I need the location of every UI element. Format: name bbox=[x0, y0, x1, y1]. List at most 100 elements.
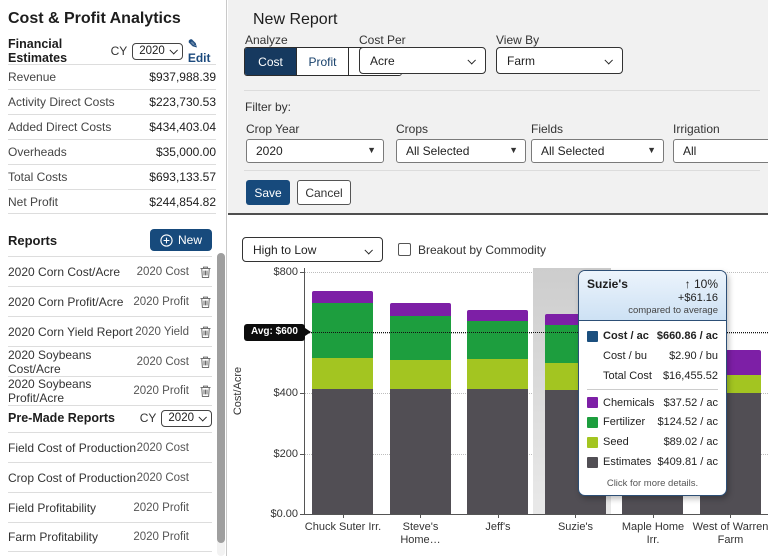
main-panel: New Report Analyze Cost Per View By Cost… bbox=[228, 0, 768, 556]
fields-value: All Selected bbox=[541, 144, 604, 158]
average-badge: Avg: $600 bbox=[244, 324, 305, 341]
filter-by-label: Filter by: bbox=[245, 100, 291, 114]
x-tick-mark bbox=[420, 514, 421, 518]
report-row[interactable]: 2020 Corn Yield Report2020 Yield bbox=[8, 316, 212, 346]
tooltip-row: Estimates$409.81 / ac bbox=[587, 452, 718, 472]
crops-select[interactable]: All Selected▼ bbox=[396, 139, 526, 163]
financial-estimates-header: Financial Estimates CY 2020 ✎ Edit bbox=[8, 40, 218, 62]
bar-segment-seed-1[interactable] bbox=[312, 358, 373, 389]
irrigation-select[interactable]: All bbox=[673, 139, 768, 163]
edit-link[interactable]: ✎ Edit bbox=[188, 37, 218, 65]
x-axis-label: Chuck Suter Irr. bbox=[304, 521, 382, 534]
premade-report-row[interactable]: Farm Profitability2020 Profit bbox=[8, 522, 212, 552]
trash-icon[interactable] bbox=[199, 384, 212, 398]
report-tag: 2020 Profit bbox=[133, 385, 189, 397]
bar-segment-seed-2[interactable] bbox=[390, 360, 451, 389]
bar-segment-chemicals-1[interactable] bbox=[312, 291, 373, 302]
bar-segment-chemicals-2[interactable] bbox=[390, 303, 451, 316]
cost-per-select[interactable]: Acre bbox=[359, 47, 486, 74]
bar-segment-seed-3[interactable] bbox=[467, 359, 528, 389]
financial-row: Added Direct Costs$434,403.04 bbox=[8, 114, 216, 139]
row-label: Overheads bbox=[8, 145, 67, 159]
breakout-checkbox[interactable] bbox=[398, 243, 411, 256]
premade-year-value: 2020 bbox=[168, 412, 194, 424]
report-name: 2020 Corn Profit/Acre bbox=[8, 295, 133, 309]
cy-label: CY bbox=[140, 411, 157, 425]
premade-report-row[interactable]: Crop Cost of Production2020 Cost bbox=[8, 462, 212, 492]
financial-row: Overheads$35,000.00 bbox=[8, 139, 216, 164]
view-by-label: View By bbox=[496, 33, 539, 47]
tooltip-row: Total Cost$16,455.52 bbox=[587, 366, 718, 386]
tooltip-row-label: Total Cost bbox=[603, 370, 663, 382]
bar-segment-fertilizer-1[interactable] bbox=[312, 303, 373, 358]
reports-header: Reports New bbox=[8, 226, 212, 254]
crops-label: Crops bbox=[396, 122, 428, 136]
premade-report-row[interactable]: Field Profitability2020 Profit bbox=[8, 492, 212, 522]
edit-label: Edit bbox=[188, 51, 211, 65]
bar-segment-fertilizer-3[interactable] bbox=[467, 321, 528, 359]
financial-rows: Revenue$937,988.39 Activity Direct Costs… bbox=[8, 64, 216, 214]
tooltip-row-value: $16,455.52 bbox=[663, 370, 718, 382]
row-value: $937,988.39 bbox=[149, 70, 216, 84]
chevron-down-icon bbox=[604, 56, 612, 64]
seed-swatch bbox=[587, 437, 598, 448]
sidebar-scrollbar-track[interactable] bbox=[217, 253, 225, 556]
x-tick-mark bbox=[575, 514, 576, 518]
cy-label: CY bbox=[111, 44, 128, 58]
premade-year-select[interactable]: 2020 bbox=[161, 410, 212, 427]
report-row[interactable]: 2020 Corn Cost/Acre2020 Cost bbox=[8, 256, 212, 286]
financial-row: Revenue $937,988.39 bbox=[8, 64, 216, 89]
bar-segment-estimates-2[interactable] bbox=[390, 389, 451, 514]
x-tick-mark bbox=[498, 514, 499, 518]
report-tag: 2020 Yield bbox=[135, 326, 189, 338]
fields-select[interactable]: All Selected▼ bbox=[531, 139, 664, 163]
crop-year-select[interactable]: 2020▼ bbox=[246, 139, 384, 163]
row-value: $244,854.82 bbox=[149, 195, 216, 209]
chevron-down-icon bbox=[169, 46, 177, 54]
bar-segment-chemicals-3[interactable] bbox=[467, 310, 528, 321]
x-tick-mark bbox=[653, 514, 654, 518]
view-by-select[interactable]: Farm bbox=[496, 47, 623, 74]
trash-icon[interactable] bbox=[199, 265, 212, 279]
estimates-swatch bbox=[587, 457, 598, 468]
chevron-down-icon bbox=[364, 246, 372, 254]
tooltip-row: Cost / ac$660.86 / ac bbox=[587, 326, 718, 346]
report-row[interactable]: 2020 Soybeans Profit/Acre2020 Profit bbox=[8, 376, 212, 406]
row-label: Added Direct Costs bbox=[8, 120, 111, 134]
tooltip-row: Seed$89.02 / ac bbox=[587, 432, 718, 452]
premade-reports-list: Field Cost of Production2020 Cost Crop C… bbox=[8, 432, 212, 552]
trash-icon[interactable] bbox=[199, 295, 212, 309]
app-root: Cost & Profit Analytics Financial Estima… bbox=[0, 0, 768, 556]
analyze-option-profit[interactable]: Profit bbox=[297, 48, 349, 75]
report-row[interactable]: 2020 Corn Profit/Acre2020 Profit bbox=[8, 286, 212, 316]
report-tag: 2020 Profit bbox=[133, 296, 189, 308]
tooltip-delta-caption: compared to average bbox=[587, 305, 718, 316]
analyze-option-cost[interactable]: Cost bbox=[245, 48, 297, 75]
save-button[interactable]: Save bbox=[246, 180, 290, 205]
tooltip-row-value: $660.86 / ac bbox=[657, 330, 718, 342]
tooltip-row: Cost / bu$2.90 / bu bbox=[587, 346, 718, 366]
sort-order-select[interactable]: High to Low bbox=[242, 237, 383, 262]
bar-segment-estimates-1[interactable] bbox=[312, 389, 373, 514]
financial-row: Total Costs$693,133.57 bbox=[8, 164, 216, 189]
bar-segment-estimates-3[interactable] bbox=[467, 389, 528, 514]
row-label: Revenue bbox=[8, 70, 56, 84]
premade-report-row[interactable]: Field Cost of Production2020 Cost bbox=[8, 432, 212, 462]
trash-icon[interactable] bbox=[199, 355, 212, 369]
tooltip-delta-amount: +$61.16 bbox=[587, 292, 718, 304]
new-report-button[interactable]: New bbox=[150, 229, 212, 251]
row-label: Total Costs bbox=[8, 170, 67, 184]
bar-segment-fertilizer-2[interactable] bbox=[390, 316, 451, 360]
report-name: Field Cost of Production bbox=[8, 441, 137, 455]
tooltip-header: Suzie's ↑ 10% +$61.16 compared to averag… bbox=[579, 271, 726, 321]
tooltip-row-label: Cost / ac bbox=[603, 330, 657, 342]
sidebar-scrollbar-thumb[interactable] bbox=[217, 253, 225, 543]
report-row[interactable]: 2020 Soybeans Cost/Acre2020 Cost bbox=[8, 346, 212, 376]
trash-icon[interactable] bbox=[199, 325, 212, 339]
sort-order-value: High to Low bbox=[253, 243, 316, 257]
cancel-button[interactable]: Cancel bbox=[297, 180, 351, 205]
form-divider bbox=[244, 170, 760, 171]
tooltip-row-value: $37.52 / ac bbox=[664, 397, 718, 409]
chevron-down-icon bbox=[198, 413, 206, 421]
financial-year-select[interactable]: 2020 bbox=[132, 43, 183, 60]
